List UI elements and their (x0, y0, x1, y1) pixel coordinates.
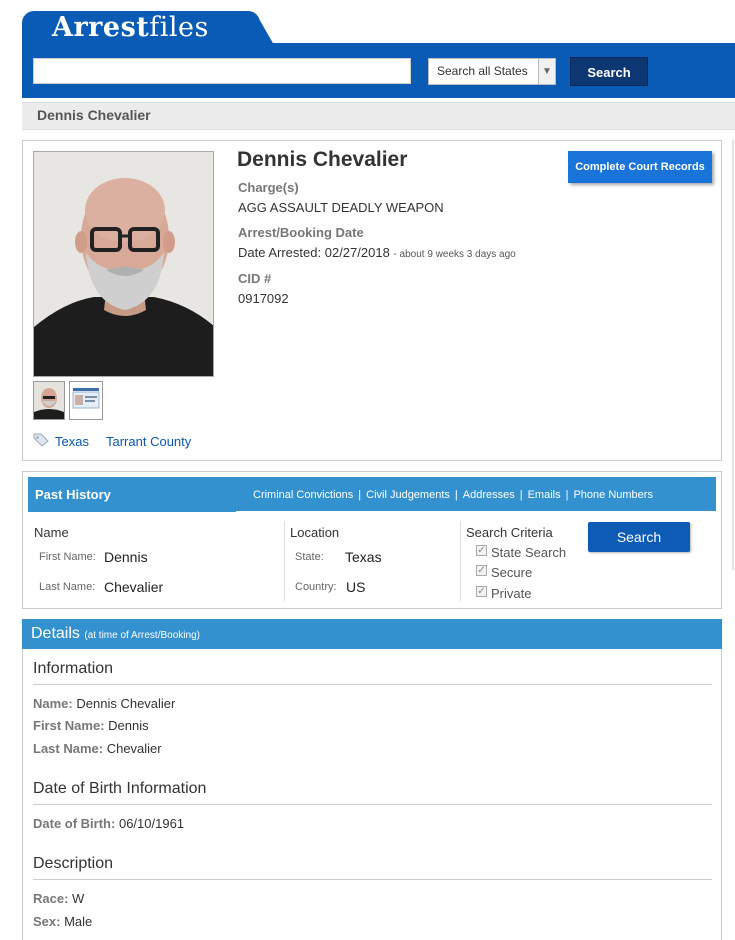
detail-row-last-name: Last Name: Chevalier (33, 741, 162, 756)
date-arrested-value: 02/27/2018 (324, 245, 390, 260)
last-name-value[interactable]: Chevalier (104, 579, 163, 595)
name-label: Name: (33, 696, 73, 711)
history-links: Criminal Convictions | Civil Judgements | Ad… (253, 489, 653, 501)
charge-label: Charge(s) (238, 180, 299, 195)
tag-icon (33, 433, 49, 447)
link-separator: | (454, 489, 458, 501)
date-arrested-row: Date Arrested: 02/27/2018 - about 9 week… (238, 245, 516, 260)
last-name-label: Last Name: (39, 581, 96, 593)
first-name-label: First Name: (39, 551, 96, 563)
sex-value: Male (64, 914, 93, 929)
details-title: Details (at time of Arrest/Booking) (31, 625, 200, 643)
name-column-header: Name (34, 525, 69, 540)
secure-label: Secure (491, 565, 533, 580)
thumbnail-image (70, 382, 102, 419)
mugshot-image (34, 152, 213, 376)
mugshot-thumbnail[interactable] (33, 381, 65, 420)
first-name-value: Dennis (108, 718, 149, 733)
details-title-text: Details (31, 625, 80, 642)
information-header: Information (33, 660, 114, 677)
link-separator: | (519, 489, 523, 501)
dob-header: Date of Birth Information (33, 780, 207, 797)
history-tab-underline (236, 511, 716, 514)
tag-link-county[interactable]: Tarrant County (106, 434, 191, 449)
dob-value: 06/10/1961 (118, 816, 185, 831)
details-subtitle: (at time of Arrest/Booking) (84, 630, 200, 641)
state-value[interactable]: Texas (345, 549, 382, 565)
court-records-button[interactable]: Complete Court Records (568, 151, 712, 183)
history-search-button[interactable]: Search (588, 522, 690, 552)
state-select-value: Search all States (437, 64, 528, 78)
section-divider (33, 804, 712, 805)
mugshot-photo[interactable] (33, 151, 214, 377)
private-label: Private (491, 586, 532, 601)
date-relative: - about 9 weeks 3 days ago (393, 249, 516, 260)
detail-row-dob: Date of Birth: 06/10/1961 (33, 816, 184, 831)
cid-value: 0917092 (238, 291, 289, 306)
secure-checkbox[interactable]: ✓ (476, 565, 487, 576)
breadcrumb: Dennis Chevalier (37, 107, 151, 123)
location-column-header: Location (290, 525, 340, 540)
state-label: State: (295, 551, 324, 563)
race-value: W (72, 891, 85, 906)
date-arrested-label: Date Arrested: (238, 245, 322, 260)
sidebar-divider (732, 140, 734, 570)
country-label: Country: (295, 581, 337, 593)
private-checkbox[interactable]: ✓ (476, 586, 487, 597)
sex-label: Sex: (33, 914, 61, 929)
section-divider (33, 879, 712, 880)
last-name-value: Chevalier (106, 741, 162, 756)
tag-link-state[interactable]: Texas (55, 434, 89, 449)
section-divider (33, 684, 712, 685)
document-thumbnail[interactable] (69, 381, 103, 420)
link-phone-numbers[interactable]: Phone Numbers (573, 489, 653, 501)
first-name-value[interactable]: Dennis (104, 549, 148, 565)
link-addresses[interactable]: Addresses (463, 489, 515, 501)
person-name: Dennis Chevalier (237, 148, 408, 171)
column-divider (284, 521, 285, 601)
detail-row-race: Race: W (33, 891, 84, 906)
dob-label: Date of Birth: (33, 816, 116, 831)
link-emails[interactable]: Emails (528, 489, 561, 501)
last-name-label: Last Name: (33, 741, 104, 756)
site-logo[interactable]: Arrestfiles (52, 12, 209, 43)
first-name-label: First Name: (33, 718, 105, 733)
description-header: Description (33, 855, 114, 872)
thumbnail-image (34, 382, 64, 419)
booking-date-label: Arrest/Booking Date (238, 225, 364, 240)
link-civil-judgements[interactable]: Civil Judgements (366, 489, 450, 501)
country-value[interactable]: US (346, 579, 365, 595)
state-search-label: State Search (491, 545, 567, 560)
column-divider (460, 521, 461, 601)
name-value: Dennis Chevalier (76, 696, 176, 711)
race-label: Race: (33, 891, 69, 906)
cid-label: CID # (238, 271, 272, 286)
criteria-column-header: Search Criteria (466, 525, 553, 540)
state-search-checkbox[interactable]: ✓ (476, 545, 487, 556)
header-search-button[interactable]: Search (570, 57, 648, 86)
link-separator: | (565, 489, 569, 501)
search-input[interactable] (33, 58, 411, 84)
link-separator: | (358, 489, 362, 501)
chevron-down-icon: ▼ (538, 59, 555, 84)
detail-row-sex: Sex: Male (33, 914, 92, 929)
charge-value: AGG ASSAULT DEADLY WEAPON (238, 200, 444, 215)
state-select[interactable]: Search all States ▼ (428, 58, 556, 85)
detail-row-first-name: First Name: Dennis (33, 718, 149, 733)
detail-row-name: Name: Dennis Chevalier (33, 696, 175, 711)
past-history-title: Past History (35, 487, 111, 502)
link-criminal-convictions[interactable]: Criminal Convictions (253, 489, 353, 501)
